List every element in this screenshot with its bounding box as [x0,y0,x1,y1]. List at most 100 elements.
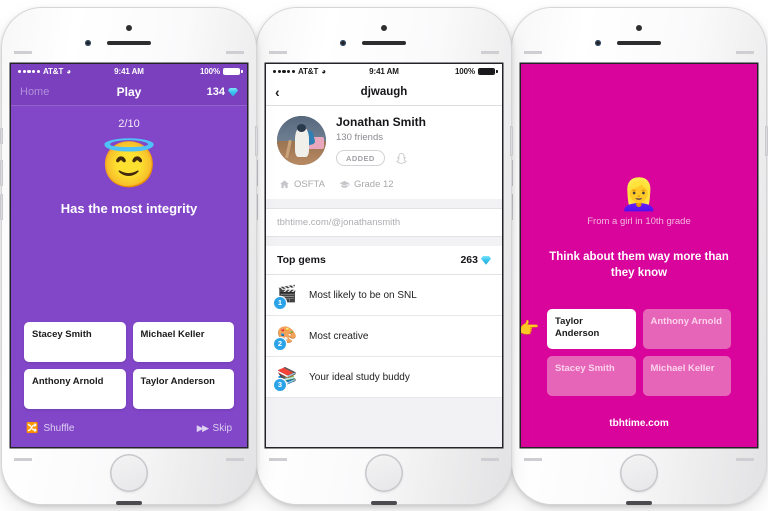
reveal-answer-option[interactable]: Anthony Arnold [642,309,731,350]
answer-option[interactable]: Anthony Arnold [24,369,126,409]
antenna-line [481,458,499,461]
list-filler [266,398,502,447]
question-prompt: Has the most integrity [60,201,198,216]
profile-screen: AT&T ◕ 9:41 AM 100% ‹ djwaugh Jonathan S… [266,64,502,447]
phone-device-3: 👱‍♀️ From a girl in 10th grade Think abo… [510,8,768,505]
proximity-sensor [636,25,642,31]
antenna-line [14,51,32,54]
rank-badge: 2 [274,338,286,351]
fast-forward-icon: ▶▶ [196,423,209,433]
gem-balance[interactable]: 134 [141,86,238,98]
gem-list-item[interactable]: 📚 3 Your ideal study buddy [266,357,502,399]
status-bar-1: AT&T ◕ 9:41 AM 100% [11,64,247,79]
wifi-icon: ◕ [66,66,72,76]
screenshot-stage: AT&T ◕ 9:41 AM 100% Home Play 134 2/10 😇… [0,0,768,511]
play-footer: 🔀 Shuffle ▶▶ Skip [11,409,247,447]
status-right: 100% [399,67,498,76]
antenna-line [14,458,32,461]
gem-item-icon-wrap: 🎬 1 [274,284,299,310]
school-meta: OSFTA [279,179,325,190]
volume-up-button[interactable] [0,160,3,186]
added-button[interactable]: ADDED [336,150,385,167]
home-button[interactable] [110,454,148,492]
wifi-icon: ◕ [321,66,327,76]
antenna-line [524,51,542,54]
front-camera [595,40,601,46]
antenna-line [481,51,499,54]
earpiece-speaker [107,41,151,45]
answer-option[interactable]: Michael Keller [132,322,234,362]
profile-header: Jonathan Smith 130 friends ADDED [266,106,502,176]
top-gems-header: Top gems 263 [266,246,502,276]
grade-label: Grade 12 [353,179,394,191]
profile-info: Jonathan Smith 130 friends ADDED [336,115,427,167]
proximity-sensor [381,25,387,31]
phone-screen-1: AT&T ◕ 9:41 AM 100% Home Play 134 2/10 😇… [11,64,247,447]
home-button[interactable] [620,454,658,492]
reveal-answer-option[interactable]: Michael Keller [642,356,731,397]
shuffle-button[interactable]: 🔀 Shuffle [26,423,74,434]
lightning-port [626,501,652,505]
skip-label: Skip [212,423,232,434]
rank-badge: 3 [274,379,286,392]
gem-item-icon-wrap: 📚 3 [274,366,299,392]
skip-button[interactable]: ▶▶ Skip [197,423,232,434]
gem-list-item[interactable]: 🎬 1 Most likely to be on SNL [266,275,502,317]
status-time: 9:41 AM [114,67,144,76]
home-button[interactable] [365,454,403,492]
antenna-line [226,458,244,461]
silent-switch[interactable] [0,128,3,144]
grade-meta: Grade 12 [339,179,394,190]
snapchat-ghost-icon[interactable] [395,152,408,165]
power-button[interactable] [510,126,513,156]
battery-percent-label: 100% [199,67,220,76]
gem-icon [228,87,238,97]
volume-down-button[interactable] [0,194,3,220]
chevron-left-icon[interactable]: ‹ [275,85,280,99]
question-counter: 2/10 [118,118,140,130]
profile-name: Jonathan Smith [336,115,427,129]
reveal-answer-grid: 👉 Taylor Anderson Anthony Arnold Stacey … [521,309,757,397]
phone-screen-2: AT&T ◕ 9:41 AM 100% ‹ djwaugh Jonathan S… [266,64,502,447]
friend-count: 130 friends [336,132,384,144]
reveal-answer-option[interactable]: Stacey Smith [547,356,636,397]
reveal-answer-selected[interactable]: Taylor Anderson [547,309,636,350]
answer-option[interactable]: Taylor Anderson [132,369,234,409]
avatar[interactable] [277,116,326,165]
antenna-line [736,458,754,461]
battery-full-icon [223,68,243,76]
section-gap [266,199,502,209]
gem-list-item[interactable]: 🎨 2 Most creative [266,316,502,358]
gem-item-label: Your ideal study buddy [309,371,410,383]
gem-total: 263 [460,254,491,266]
gem-icon [481,255,491,265]
page-title: djwaugh [360,86,408,98]
earpiece-speaker [362,41,406,45]
power-button[interactable] [255,126,258,156]
gem-count-label: 263 [460,254,478,267]
profile-meta: OSFTA Grade 12 [266,175,502,200]
antenna-line [736,51,754,54]
antenna-line [269,51,287,54]
house-icon [280,180,289,189]
earpiece-speaker [617,41,661,45]
profile-nav-bar: ‹ djwaugh [266,79,502,106]
front-camera [85,40,91,46]
lightning-port [371,501,397,505]
profile-url[interactable]: tbhtime.com/@jonathansmith [266,208,502,238]
answer-option[interactable]: Stacey Smith [24,322,126,362]
front-camera [340,40,346,46]
play-screen: AT&T ◕ 9:41 AM 100% Home Play 134 2/10 😇… [11,64,247,447]
pointing-right-hand-icon: 👉 [521,319,540,339]
section-gap [266,237,502,247]
shuffle-icon: 🔀 [26,422,39,434]
status-time: 9:41 AM [369,67,399,76]
status-bar-2: AT&T ◕ 9:41 AM 100% [266,64,502,79]
page-title: Play [116,85,142,99]
status-right: 100% [144,67,243,76]
home-link[interactable]: Home [20,86,117,98]
status-left: AT&T ◕ [273,67,369,76]
battery-percent-label: 100% [454,67,475,76]
signal-dots-icon [18,69,40,74]
